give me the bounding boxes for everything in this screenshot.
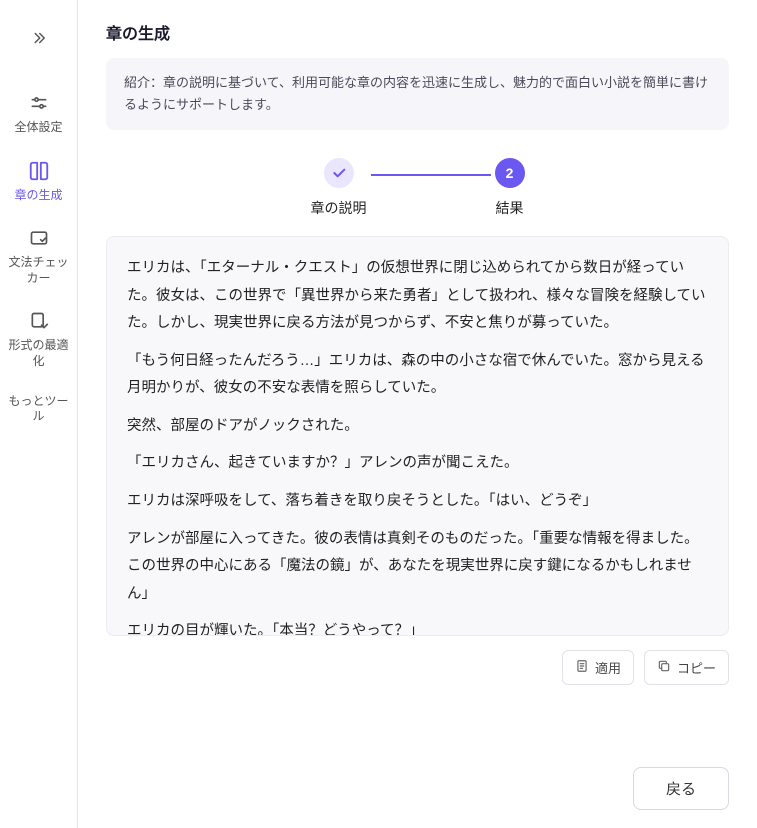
chevron-right-double-icon xyxy=(30,29,48,52)
result-box: エリカは、「エターナル・クエスト」の仮想世界に閉じ込められてから数日が経っていた… xyxy=(106,236,729,636)
sidebar-item-chapter-generate[interactable]: 章の生成 xyxy=(0,148,77,216)
step-label: 結果 xyxy=(496,198,524,218)
format-icon xyxy=(28,310,50,332)
sidebar: 全体設定 章の生成 文法チェッカー 形式の最適化 もっとツール xyxy=(0,0,78,828)
result-paragraph: エリカは、「エターナル・クエスト」の仮想世界に閉じ込められてから数日が経っていた… xyxy=(127,255,708,338)
copy-icon xyxy=(657,659,671,676)
sidebar-item-global-settings[interactable]: 全体設定 xyxy=(0,80,77,148)
sidebar-item-label: 章の生成 xyxy=(14,188,62,204)
step-circle-done xyxy=(324,158,354,188)
sidebar-toggle[interactable] xyxy=(0,20,77,60)
sliders-icon xyxy=(28,92,50,114)
intro-box: 紹介：章の説明に基づいて、利用可能な章の内容を迅速に生成し、魅力的で面白い小説を… xyxy=(106,58,729,130)
main-content: 章の生成 紹介：章の説明に基づいて、利用可能な章の内容を迅速に生成し、魅力的で面… xyxy=(78,0,757,828)
sidebar-item-more-tools[interactable]: もっとツール xyxy=(0,382,77,437)
footer: 戻る xyxy=(106,749,729,828)
result-paragraph: 「エリカさん、起きていますか？」アレンの声が聞こえた。 xyxy=(127,450,708,478)
back-button[interactable]: 戻る xyxy=(633,767,729,810)
step-1[interactable]: 章の説明 xyxy=(311,158,367,218)
sidebar-item-label: 全体設定 xyxy=(14,120,62,136)
sidebar-item-label: もっとツール xyxy=(4,394,73,425)
result-paragraph: 突然、部屋のドアがノックされた。 xyxy=(127,413,708,441)
grammar-check-icon xyxy=(28,227,50,249)
book-icon xyxy=(28,160,50,182)
sidebar-item-label: 文法チェッカー xyxy=(4,255,73,286)
step-circle-active: 2 xyxy=(495,158,525,188)
stepper: 章の説明 2 結果 xyxy=(106,158,729,218)
intro-text: 紹介：章の説明に基づいて、利用可能な章の内容を迅速に生成し、魅力的で面白い小説を… xyxy=(124,75,708,112)
result-paragraph: 「もう何日経ったんだろう…」エリカは、森の中の小さな宿で休んでいた。窓から見える… xyxy=(127,348,708,403)
step-line xyxy=(371,174,491,176)
sidebar-item-grammar-checker[interactable]: 文法チェッカー xyxy=(0,215,77,298)
apply-label: 適用 xyxy=(595,658,621,677)
step-2[interactable]: 2 結果 xyxy=(495,158,525,218)
actions-row: 適用 コピー xyxy=(106,650,729,685)
result-paragraph: アレンが部屋に入ってきた。彼の表情は真剣そのものだった。「重要な情報を得ました。… xyxy=(127,526,708,609)
copy-label: コピー xyxy=(677,658,716,677)
sidebar-item-label: 形式の最適化 xyxy=(4,338,73,369)
apply-button[interactable]: 適用 xyxy=(562,650,634,685)
step-label: 章の説明 xyxy=(311,198,367,218)
check-icon xyxy=(331,165,347,181)
sidebar-item-format-optimize[interactable]: 形式の最適化 xyxy=(0,298,77,381)
page-title: 章の生成 xyxy=(106,20,729,44)
document-icon xyxy=(575,659,589,676)
result-paragraph: エリカは深呼吸をして、落ち着きを取り戻そうとした。「はい、どうぞ」 xyxy=(127,488,708,516)
result-paragraph: エリカの目が輝いた。「本当？どうやって？」 xyxy=(127,618,708,636)
copy-button[interactable]: コピー xyxy=(644,650,729,685)
